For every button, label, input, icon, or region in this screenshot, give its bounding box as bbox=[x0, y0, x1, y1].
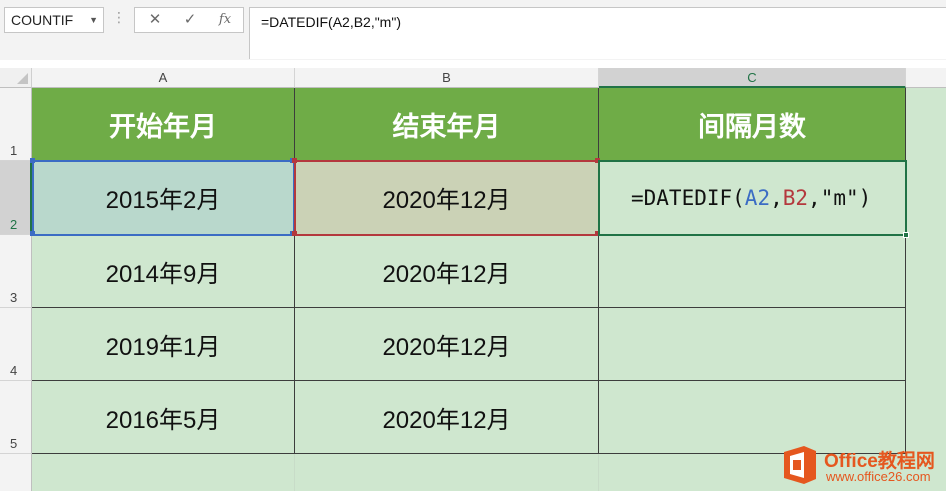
row-header-6[interactable] bbox=[0, 454, 32, 491]
formula-ref-a2: A2 bbox=[744, 185, 771, 210]
chevron-down-icon[interactable]: ▼ bbox=[89, 8, 98, 32]
formula-prefix: =DATEDIF( bbox=[631, 185, 745, 210]
cell-b3[interactable]: 2020年12月 bbox=[295, 235, 599, 308]
formula-separator: , bbox=[770, 185, 783, 210]
range-handle[interactable] bbox=[30, 231, 35, 236]
column-header-c[interactable]: C bbox=[599, 68, 906, 88]
column-header-d[interactable] bbox=[906, 68, 946, 88]
cell-b5[interactable]: 2020年12月 bbox=[295, 381, 599, 454]
row-header-5[interactable]: 5 bbox=[0, 381, 32, 454]
row-number: 3 bbox=[10, 290, 18, 305]
range-handle[interactable] bbox=[595, 158, 600, 163]
office-logo-icon bbox=[784, 446, 816, 484]
column-header-b[interactable]: B bbox=[295, 68, 599, 88]
fill-handle[interactable] bbox=[903, 232, 909, 238]
formula-ref-b2: B2 bbox=[782, 185, 809, 210]
cell-b1[interactable]: 结束年月 bbox=[295, 88, 599, 161]
range-handle[interactable] bbox=[30, 158, 35, 163]
range-handle[interactable] bbox=[292, 231, 297, 236]
row-number: 5 bbox=[10, 436, 18, 451]
cell-a4[interactable]: 2019年1月 bbox=[32, 308, 295, 381]
row-header-1[interactable]: 1 bbox=[0, 88, 32, 161]
cancel-icon[interactable]: ✕ bbox=[137, 8, 173, 32]
grid-line bbox=[598, 454, 599, 491]
row-header-2[interactable]: 2 bbox=[0, 161, 32, 235]
drag-handle-icon[interactable]: ⋮ bbox=[112, 9, 126, 26]
formula-bar-area: COUNTIF ▼ ⋮ ✕ ✓ fx =DATEDIF(A2,B2,"m") bbox=[0, 0, 946, 60]
formula-rest: ,"m") bbox=[808, 185, 872, 210]
cell-b4[interactable]: 2020年12月 bbox=[295, 308, 599, 381]
select-all-triangle-icon bbox=[17, 73, 28, 84]
cell-a5[interactable]: 2016年5月 bbox=[32, 381, 295, 454]
range-handle[interactable] bbox=[595, 231, 600, 236]
row-number: 1 bbox=[10, 143, 18, 158]
grid-line bbox=[294, 454, 295, 491]
cell-c3[interactable] bbox=[599, 235, 906, 308]
name-box[interactable]: COUNTIF ▼ bbox=[4, 7, 104, 33]
formula-buttons: ✕ ✓ fx bbox=[134, 7, 244, 33]
cell-c4[interactable] bbox=[599, 308, 906, 381]
cell-c2-editing[interactable]: =DATEDIF(A2, B2 ,"m") bbox=[599, 161, 906, 235]
cell-a3[interactable]: 2014年9月 bbox=[32, 235, 295, 308]
cell-a1[interactable]: 开始年月 bbox=[32, 88, 295, 161]
row-number: 4 bbox=[10, 363, 18, 378]
name-box-value: COUNTIF bbox=[11, 12, 74, 28]
watermark-url: www.office26.com bbox=[826, 469, 931, 484]
office26-watermark: Office教程网 www.office26.com bbox=[780, 442, 946, 491]
enter-icon[interactable]: ✓ bbox=[172, 8, 208, 32]
select-all-button[interactable] bbox=[0, 68, 32, 88]
cell-a2[interactable]: 2015年2月 bbox=[32, 161, 295, 235]
cell-c1[interactable]: 间隔月数 bbox=[599, 88, 906, 161]
range-handle[interactable] bbox=[292, 158, 297, 163]
column-header-a[interactable]: A bbox=[32, 68, 295, 88]
row-number: 2 bbox=[10, 217, 18, 232]
cell-b2[interactable]: 2020年12月 bbox=[295, 161, 599, 235]
row-header-3[interactable]: 3 bbox=[0, 235, 32, 308]
formula-input[interactable]: =DATEDIF(A2,B2,"m") bbox=[249, 7, 946, 59]
insert-function-icon[interactable]: fx bbox=[207, 8, 243, 32]
row-header-4[interactable]: 4 bbox=[0, 308, 32, 381]
worksheet-grid: 开始年月 结束年月 间隔月数 2015年2月 2020年12月 =DATEDIF… bbox=[30, 88, 946, 491]
